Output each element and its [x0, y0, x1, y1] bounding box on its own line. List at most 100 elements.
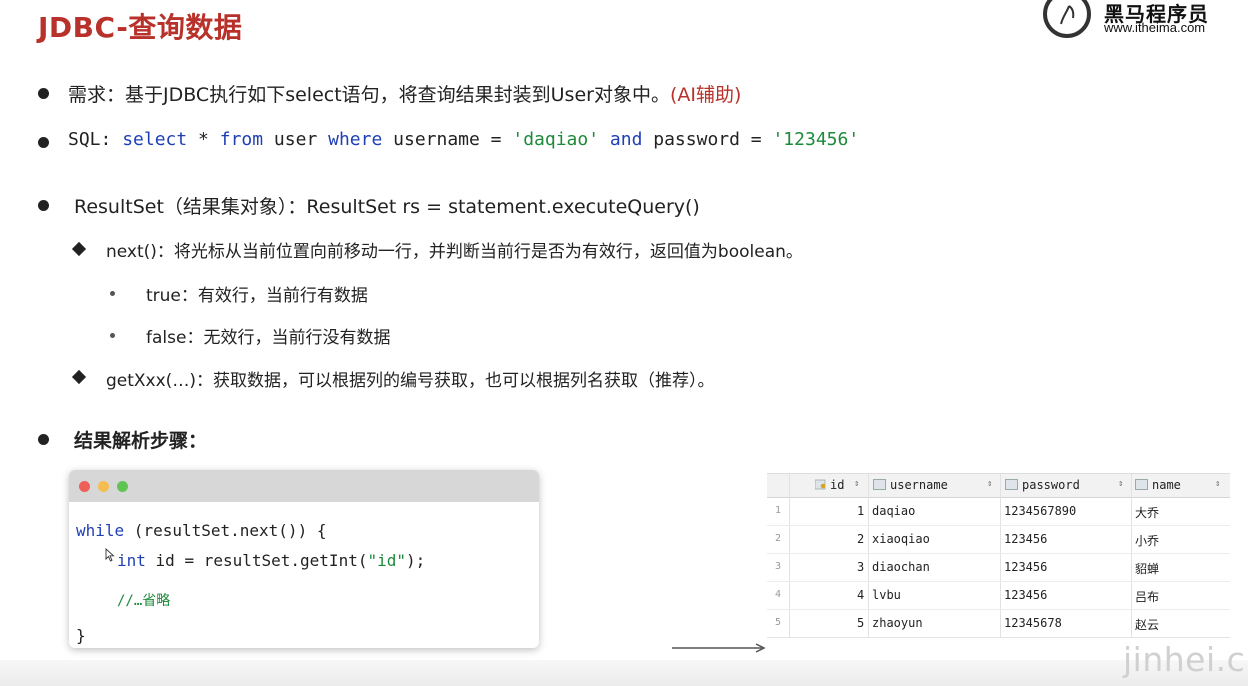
code-line-while: while (resultSet.next()) {	[76, 521, 326, 540]
code-while-condition: (resultSet.next()) {	[124, 521, 327, 540]
result-table: id ⇕ username ⇕ password ⇕ name ⇕ 1 1 da…	[767, 473, 1230, 638]
bullet-dot	[38, 434, 49, 445]
key-icon	[814, 479, 827, 490]
column-header-label: password	[1022, 478, 1080, 492]
column-icon	[1005, 479, 1018, 490]
sql-statement: SQL: select * from user where username =…	[68, 129, 859, 150]
sql-value-username: 'daqiao'	[512, 129, 600, 150]
getxxx-method-text: getXxx(…)：获取数据，可以根据列的编号获取，也可以根据列名获取（推荐）。	[106, 371, 715, 391]
code-line-end: );	[406, 551, 426, 570]
cell-username[interactable]: diaochan	[872, 560, 930, 574]
code-closing-brace: }	[76, 626, 86, 645]
row-number: 3	[775, 561, 782, 572]
traffic-light-maximize-icon	[117, 481, 128, 492]
row-number: 5	[775, 617, 782, 628]
true-item-text: true：有效行，当前行有数据	[146, 286, 368, 306]
code-window: while (resultSet.next()) { int id = resu…	[69, 470, 539, 648]
cell-id[interactable]: 4	[857, 588, 864, 602]
code-comment: //…省略	[117, 593, 171, 609]
small-bullet-icon	[110, 291, 115, 296]
cell-username[interactable]: daqiao	[872, 504, 915, 518]
sql-star: *	[187, 129, 220, 150]
cell-username[interactable]: xiaoqiao	[872, 532, 930, 546]
sql-keyword-from: from	[219, 129, 264, 150]
column-header-label: id	[830, 478, 845, 492]
cell-password[interactable]: 12345678	[1004, 616, 1062, 630]
next-method-text: next()：将光标从当前位置向前移动一行，并判断当前行是否为有效行，返回值为b…	[106, 242, 803, 262]
diamond-bullet-icon	[71, 369, 87, 385]
cell-name[interactable]: 赵云	[1135, 616, 1159, 633]
horse-logo-icon	[1043, 0, 1091, 38]
column-header-password[interactable]: password	[1005, 478, 1080, 492]
code-line-int: int id = resultSet.getInt("id");	[117, 551, 425, 570]
cell-id[interactable]: 2	[857, 532, 864, 546]
sql-keyword-select: select	[122, 129, 188, 150]
sql-condition-password: password =	[642, 129, 773, 150]
logo-url: www.itheima.com	[1104, 20, 1206, 35]
column-header-id[interactable]: id	[814, 478, 845, 492]
steps-heading: 结果解析步骤：	[74, 430, 208, 452]
cell-id[interactable]: 5	[857, 616, 864, 630]
column-header-username[interactable]: username	[873, 478, 948, 492]
code-keyword-while: while	[76, 521, 125, 540]
cell-name[interactable]: 貂蝉	[1135, 560, 1159, 577]
table-row[interactable]: 1 1 daqiao 1234567890 大乔	[767, 497, 1230, 526]
brand-logo: 黑马程序员 www.itheima.com	[1040, 0, 1240, 44]
column-header-name[interactable]: name	[1135, 478, 1181, 492]
requirement-main: 需求：基于JDBC执行如下select语句，将查询结果封装到User对象中。	[68, 84, 670, 106]
column-icon	[1135, 479, 1148, 490]
cell-name[interactable]: 小乔	[1135, 532, 1159, 549]
table-row[interactable]: 4 4 lvbu 123456 吕布	[767, 581, 1230, 610]
cell-name[interactable]: 吕布	[1135, 588, 1159, 605]
cell-password[interactable]: 123456	[1004, 532, 1047, 546]
sort-icon[interactable]: ⇕	[854, 479, 859, 489]
column-header-label: username	[890, 478, 948, 492]
diamond-bullet-icon	[71, 241, 87, 257]
code-getint-call: id = resultSet.getInt(	[145, 551, 368, 570]
cell-id[interactable]: 1	[857, 504, 864, 518]
cell-username[interactable]: lvbu	[872, 588, 901, 602]
false-item-text: false：无效行，当前行没有数据	[146, 328, 391, 348]
resultset-text: ResultSet（结果集对象）：ResultSet rs = statemen…	[74, 196, 700, 218]
traffic-light-close-icon	[79, 481, 90, 492]
bullet-dot	[38, 88, 49, 99]
sql-space	[599, 129, 610, 150]
column-header-label: name	[1152, 478, 1181, 492]
bullet-dot	[38, 200, 49, 211]
cell-password[interactable]: 1234567890	[1004, 504, 1076, 518]
column-icon	[873, 479, 886, 490]
video-bottom-strip	[0, 660, 1248, 686]
ai-assist-tag: (AI辅助)	[669, 84, 742, 106]
sort-icon[interactable]: ⇕	[1215, 479, 1220, 489]
code-window-titlebar	[69, 470, 539, 502]
table-row[interactable]: 2 2 xiaoqiao 123456 小乔	[767, 525, 1230, 554]
code-keyword-int: int	[117, 551, 146, 570]
row-number: 1	[775, 505, 782, 516]
sql-value-password: '123456'	[772, 129, 860, 150]
sql-keyword-where: where	[328, 129, 383, 150]
traffic-light-minimize-icon	[98, 481, 109, 492]
watermark: jinhei.cn	[1123, 640, 1248, 679]
cell-password[interactable]: 123456	[1004, 588, 1047, 602]
cell-username[interactable]: zhaoyun	[872, 616, 923, 630]
cell-name[interactable]: 大乔	[1135, 504, 1159, 521]
result-table-header: id ⇕ username ⇕ password ⇕ name ⇕	[767, 474, 1230, 498]
bullet-dot	[38, 137, 49, 148]
cell-password[interactable]: 123456	[1004, 560, 1047, 574]
requirement-text: 需求：基于JDBC执行如下select语句，将查询结果封装到User对象中。(A…	[68, 80, 741, 107]
sql-label: SQL:	[68, 129, 123, 150]
cursor-icon	[105, 548, 115, 562]
arrow-icon	[672, 643, 766, 653]
small-bullet-icon	[110, 333, 115, 338]
sql-table: user	[263, 129, 329, 150]
slide-title: JDBC-查询数据	[38, 11, 243, 44]
sort-icon[interactable]: ⇕	[1118, 479, 1123, 489]
cell-id[interactable]: 3	[857, 560, 864, 574]
sql-keyword-and: and	[609, 129, 643, 150]
row-number: 4	[775, 589, 782, 600]
code-string-id: "id"	[367, 551, 406, 570]
sql-condition-username: username =	[382, 129, 513, 150]
table-row[interactable]: 5 5 zhaoyun 12345678 赵云	[767, 609, 1230, 637]
sort-icon[interactable]: ⇕	[987, 479, 992, 489]
table-row[interactable]: 3 3 diaochan 123456 貂蝉	[767, 553, 1230, 582]
